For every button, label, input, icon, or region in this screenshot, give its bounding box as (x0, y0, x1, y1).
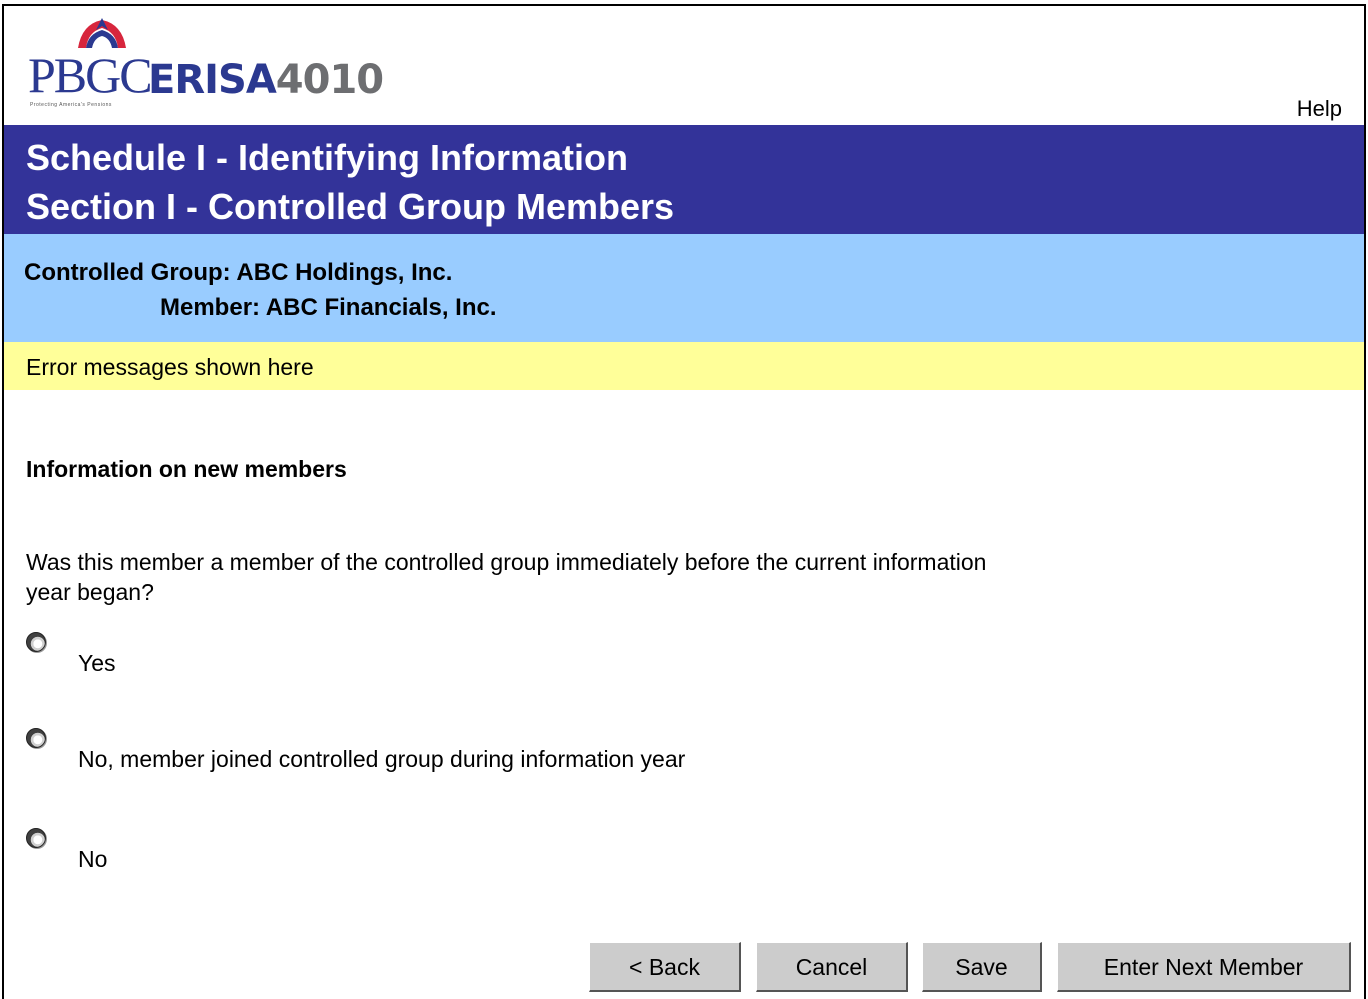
save-button[interactable]: Save (922, 942, 1042, 992)
page-frame: PBGC ERISA4010 Protecting America's Pens… (2, 4, 1366, 999)
enter-next-member-button[interactable]: Enter Next Member (1057, 942, 1351, 992)
button-bar: < Back Cancel Save Enter Next Member (4, 937, 1364, 997)
radio-button-no[interactable] (26, 828, 46, 848)
logo-product-name: ERISA (148, 57, 277, 103)
eagle-arch-icon (78, 18, 126, 48)
radio-button-joined-during-year[interactable] (26, 728, 46, 748)
member-label: Member: ABC Financials, Inc. (160, 294, 497, 321)
logo-tagline: Protecting America's Pensions (30, 102, 112, 108)
option-no-label: No (78, 846, 108, 872)
option-yes-label: Yes (78, 650, 116, 676)
option-joined-during-year[interactable]: No, member joined controlled group durin… (26, 728, 926, 778)
option-joined-during-year-label: No, member joined controlled group durin… (78, 746, 686, 772)
section-heading: Information on new members (26, 456, 347, 482)
option-no[interactable]: No (26, 828, 926, 878)
logo-product-number: 4010 (275, 57, 384, 103)
help-link[interactable]: Help (1297, 96, 1342, 122)
option-yes[interactable]: Yes (26, 632, 926, 682)
error-message-area: Error messages shown here (4, 342, 1364, 390)
page-title-band: Schedule I - Identifying Information Sec… (4, 125, 1364, 234)
error-message: Error messages shown here (26, 354, 314, 380)
context-band: Controlled Group: ABC Holdings, Inc. Mem… (4, 234, 1364, 342)
radio-button-yes[interactable] (26, 632, 46, 652)
logo-product-text: ERISA4010 (148, 57, 384, 103)
logo-brand-text: PBGC (28, 47, 153, 103)
pbgc-erisa-logo: PBGC ERISA4010 Protecting America's Pens… (24, 16, 384, 108)
controlled-group-label: Controlled Group: ABC Holdings, Inc. (24, 259, 453, 286)
page-title: Schedule I - Identifying Information (26, 137, 629, 178)
page-subtitle: Section I - Controlled Group Members (26, 186, 675, 227)
back-button[interactable]: < Back (589, 942, 741, 992)
cancel-button[interactable]: Cancel (756, 942, 908, 992)
membership-question: Was this member a member of the controll… (26, 549, 987, 605)
